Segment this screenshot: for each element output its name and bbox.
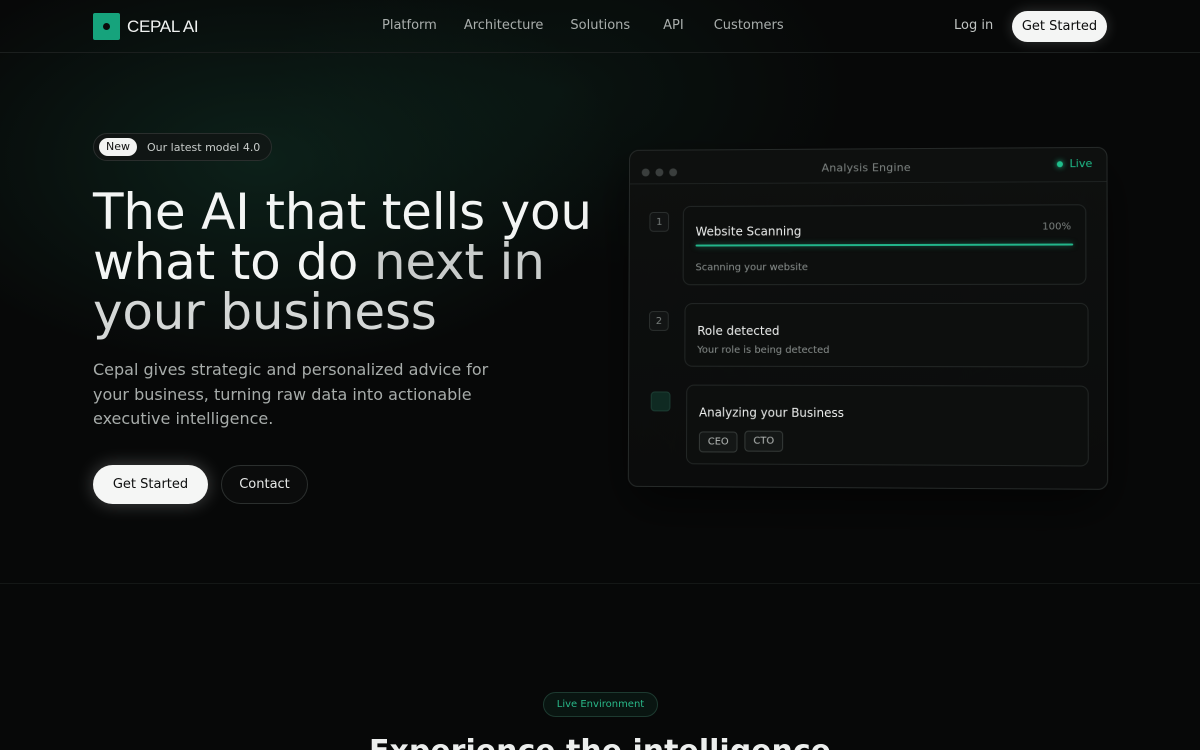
live-environment-badge: Live Environment bbox=[543, 692, 658, 717]
get-started-button[interactable]: Get Started bbox=[93, 465, 208, 504]
login-link[interactable]: Log in bbox=[954, 18, 993, 33]
nav-link-customers[interactable]: Customers bbox=[714, 18, 784, 33]
new-pill: New bbox=[99, 138, 137, 156]
logo[interactable]: CEPAL AI bbox=[93, 13, 199, 40]
step-number-2: 2 bbox=[649, 311, 669, 331]
hero-subtitle: Cepal gives strategic and personalized a… bbox=[93, 360, 489, 428]
live-dot-icon bbox=[1056, 160, 1063, 167]
hero-title: The AI that tells you what to do next in… bbox=[93, 187, 613, 337]
step-subtitle: Your role is being detected bbox=[697, 344, 830, 356]
step-card-analyzing-business: Analyzing your Business CEO CTO bbox=[686, 384, 1089, 467]
step-card-role-detected: Role detected Your role is being detecte… bbox=[684, 302, 1089, 368]
nav-link-platform[interactable]: Platform bbox=[382, 18, 437, 33]
panel-header: Analysis Engine Live bbox=[629, 147, 1107, 185]
step-title: Analyzing your Business bbox=[698, 405, 844, 421]
contact-button[interactable]: Contact bbox=[221, 465, 308, 504]
panel-title: Analysis Engine bbox=[821, 161, 911, 175]
hero-title-line-1: The AI that tells you bbox=[93, 183, 592, 241]
progress-bar bbox=[695, 243, 1074, 247]
step-number-3 bbox=[650, 391, 671, 412]
logo-icon bbox=[93, 13, 120, 40]
live-label: Live bbox=[1069, 156, 1093, 171]
badge-text: Our latest model 4.0 bbox=[147, 140, 261, 154]
hero-title-line-3: your business bbox=[93, 283, 437, 341]
progress-percent: 100% bbox=[1042, 221, 1072, 233]
progress-fill bbox=[695, 243, 1074, 247]
top-nav: CEPAL AI Platform Architecture Solutions… bbox=[0, 0, 1200, 53]
tag-ceo: CEO bbox=[698, 431, 738, 453]
step-subtitle: Scanning your website bbox=[695, 262, 809, 274]
nav-link-solutions[interactable]: Solutions bbox=[570, 18, 630, 33]
step-title: Website Scanning bbox=[695, 224, 802, 239]
live-status: Live bbox=[1056, 157, 1092, 170]
nav-get-started-button[interactable]: Get Started bbox=[1012, 11, 1107, 42]
section-divider bbox=[0, 583, 1200, 584]
analysis-engine-panel: Analysis Engine Live 1 Website Scanning … bbox=[627, 146, 1109, 490]
nav-links: Platform Architecture Solutions API Cust… bbox=[382, 18, 811, 33]
step-card-website-scanning: Website Scanning 100% Scanning your webs… bbox=[682, 204, 1087, 286]
hero-title-line-2: what to do next in bbox=[93, 237, 613, 287]
new-model-badge[interactable]: New Our latest model 4.0 bbox=[93, 133, 272, 161]
step-title: Role detected bbox=[697, 323, 780, 338]
nav-link-architecture[interactable]: Architecture bbox=[464, 18, 544, 33]
logo-text: CEPAL AI bbox=[127, 16, 199, 36]
landing-page: CEPAL AI Platform Architecture Solutions… bbox=[0, 0, 1200, 750]
section-title: Experience the intelligence bbox=[0, 734, 1200, 750]
nav-link-api[interactable]: API bbox=[663, 18, 684, 33]
tag-cto: CTO bbox=[744, 430, 784, 452]
step-number-1: 1 bbox=[649, 211, 670, 232]
